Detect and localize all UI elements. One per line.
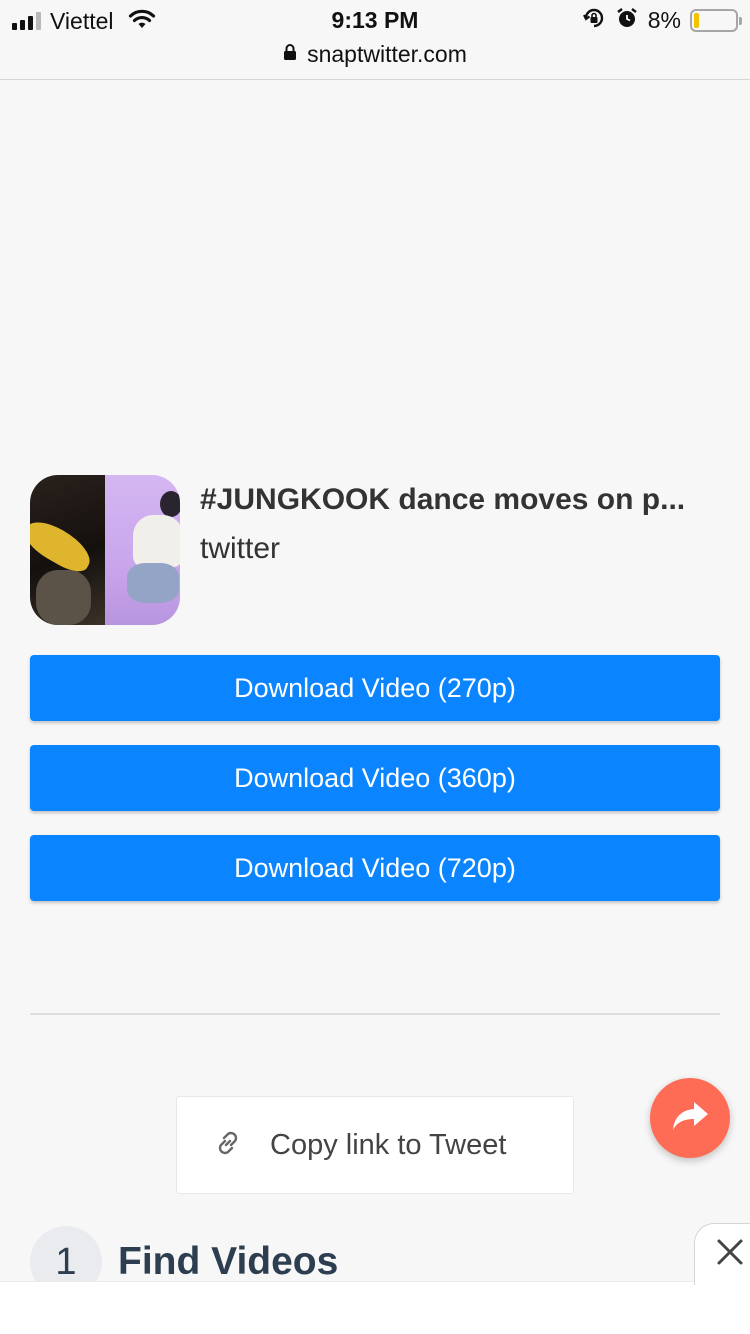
address-bar[interactable]: snaptwitter.com [0, 40, 750, 68]
battery-percent: 8% [647, 6, 681, 33]
download-720p-button[interactable]: Download Video (720p) [30, 835, 720, 901]
status-bar: Viettel 9:13 PM 8% snaptwitter.com [0, 0, 750, 80]
divider [30, 1013, 720, 1015]
download-360p-button[interactable]: Download Video (360p) [30, 745, 720, 811]
video-card: #JUNGKOOK dance moves on p... twitter [30, 475, 720, 625]
url-text: snaptwitter.com [307, 40, 467, 67]
bottom-ad-bar [0, 1281, 750, 1334]
close-ad-button[interactable] [694, 1223, 750, 1285]
download-270p-button[interactable]: Download Video (270p) [30, 655, 720, 721]
close-icon [715, 1237, 745, 1272]
copy-link-label: Copy link to Tweet [270, 1128, 507, 1161]
battery-icon [690, 8, 742, 32]
video-source: twitter [200, 532, 281, 565]
alarm-icon [615, 6, 639, 35]
status-right-group: 8% [582, 6, 742, 35]
video-thumbnail [30, 475, 180, 625]
video-title: #JUNGKOOK dance moves on p... [200, 483, 686, 516]
rotation-lock-icon [582, 6, 606, 35]
copy-link-button[interactable]: Copy link to Tweet [176, 1096, 574, 1194]
share-icon [670, 1098, 710, 1139]
share-button[interactable] [650, 1078, 730, 1158]
link-icon [210, 1125, 246, 1166]
step-title: Find Videos [118, 1240, 339, 1283]
lock-icon [283, 43, 297, 66]
